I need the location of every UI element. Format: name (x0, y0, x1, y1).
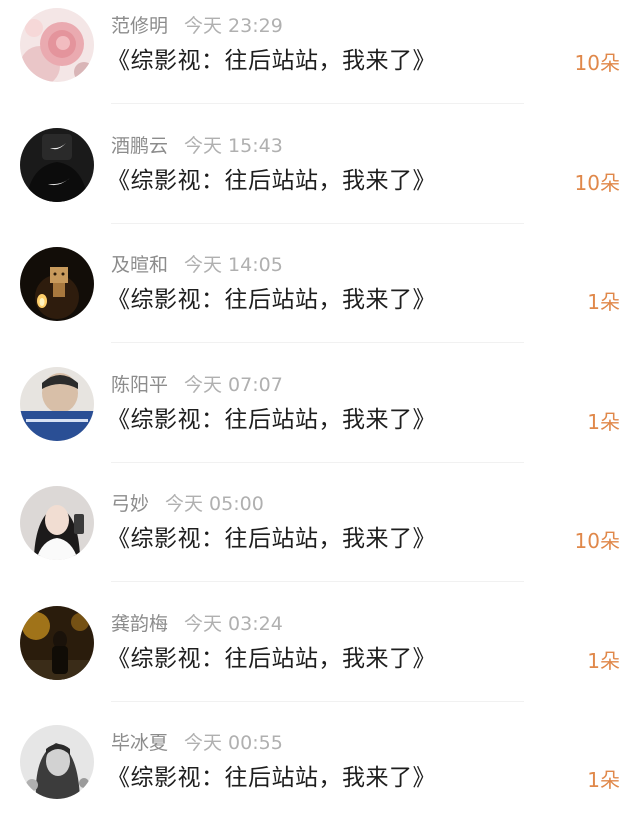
night-street-avatar[interactable] (20, 605, 94, 680)
work-title[interactable]: 《综影视：往后站站，我来了》 (107, 642, 436, 676)
divider (111, 700, 524, 702)
girl-selfie-avatar[interactable] (20, 486, 94, 560)
divider (111, 581, 524, 582)
list-item[interactable]: 酒鹏云 今天 15:43 《综影视：往后站站，我来了》 10朵 (0, 120, 640, 240)
boy-portrait-avatar[interactable] (20, 366, 94, 441)
gift-count: 1朵 (587, 768, 620, 792)
timestamp: 今天 15:43 (184, 134, 283, 157)
gift-count: 10朵 (574, 170, 620, 195)
gift-record-list: 范修明 今天 23:29 《综影视：往后站站，我来了》 10朵 酒鹏云 今天 15:… (0, 0, 640, 837)
user-name[interactable]: 及暄和 (111, 254, 168, 276)
meta-line: 及暄和 今天 14:05 (111, 252, 283, 278)
timestamp: 今天 00:55 (184, 732, 283, 754)
list-item[interactable]: 陈阳平 今天 07:07 《综影视：往后站站，我来了》 1朵 (0, 359, 640, 479)
list-item[interactable]: 弓妙 今天 05:00 《综影视：往后站站，我来了》 10朵 (0, 478, 640, 598)
work-title[interactable]: 《综影视：往后站站，我来了》 (107, 44, 436, 78)
gift-count: 1朵 (587, 290, 620, 314)
timestamp: 今天 03:24 (184, 612, 283, 635)
work-title[interactable]: 《综影视：往后站站，我来了》 (107, 283, 436, 317)
timestamp: 今天 05:00 (165, 493, 264, 515)
user-name[interactable]: 范修明 (111, 15, 168, 37)
gift-count: 1朵 (587, 409, 620, 434)
meta-line: 范修明 今天 23:29 (111, 13, 283, 39)
timestamp: 今天 07:07 (184, 373, 283, 396)
meta-line: 毕冰夏 今天 00:55 (111, 730, 283, 756)
work-title[interactable]: 《综影视：往后站站，我来了》 (107, 403, 436, 437)
meta-line: 弓妙 今天 05:00 (111, 491, 264, 517)
list-item[interactable]: 范修明 今天 23:29 《综影视：往后站站，我来了》 10朵 (0, 0, 640, 120)
timestamp: 今天 14:05 (184, 254, 283, 276)
user-name[interactable]: 龚韵梅 (111, 613, 168, 635)
list-item[interactable]: 及暄和 今天 14:05 《综影视：往后站站，我来了》 1朵 (0, 239, 640, 359)
work-title[interactable]: 《综影视：往后站站，我来了》 (107, 164, 436, 198)
divider (111, 461, 524, 463)
black-shirt-avatar[interactable] (20, 127, 94, 202)
user-name[interactable]: 弓妙 (111, 493, 149, 515)
work-title[interactable]: 《综影视：往后站站，我来了》 (107, 522, 436, 556)
user-name[interactable]: 陈阳平 (111, 374, 168, 396)
gift-count: 10朵 (574, 51, 620, 75)
gift-count: 1朵 (587, 648, 620, 673)
timestamp: 今天 23:29 (184, 15, 283, 37)
divider (111, 222, 524, 224)
list-item[interactable]: 龚韵梅 今天 03:24 《综影视：往后站站，我来了》 1朵 (0, 598, 640, 718)
divider (111, 342, 524, 343)
work-title[interactable]: 《综影视：往后站站，我来了》 (107, 761, 436, 795)
meta-line: 酒鹏云 今天 15:43 (111, 133, 283, 159)
list-item[interactable]: 毕冰夏 今天 00:55 《综影视：往后站站，我来了》 1朵 (0, 717, 640, 837)
candle-figure-avatar[interactable] (20, 247, 94, 321)
divider (111, 103, 524, 104)
user-name[interactable]: 酒鹏云 (111, 135, 168, 157)
meta-line: 龚韵梅 今天 03:24 (111, 611, 283, 637)
sketch-girl-avatar[interactable] (20, 725, 94, 799)
user-name[interactable]: 毕冰夏 (111, 732, 168, 754)
gift-count: 10朵 (574, 529, 620, 553)
meta-line: 陈阳平 今天 07:07 (111, 372, 283, 398)
pink-rose-avatar[interactable] (20, 8, 94, 82)
